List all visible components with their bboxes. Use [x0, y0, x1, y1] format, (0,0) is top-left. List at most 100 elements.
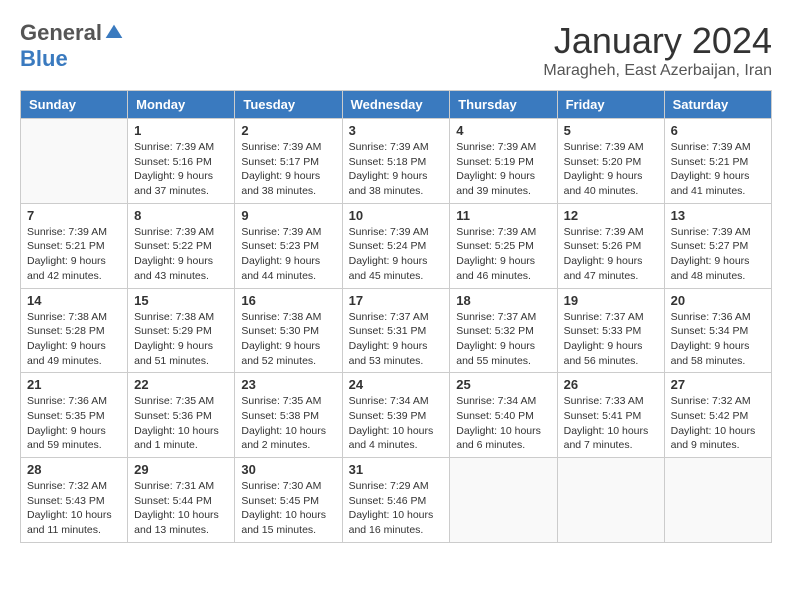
page-header: General Blue January 2024 Maragheh, East…	[20, 20, 772, 80]
day-info: Sunrise: 7:39 AMSunset: 5:17 PMDaylight:…	[241, 140, 335, 199]
table-row: 26Sunrise: 7:33 AMSunset: 5:41 PMDayligh…	[557, 373, 664, 458]
table-row: 31Sunrise: 7:29 AMSunset: 5:46 PMDayligh…	[342, 458, 450, 543]
day-info: Sunrise: 7:39 AMSunset: 5:21 PMDaylight:…	[27, 225, 121, 284]
day-number: 29	[134, 462, 228, 477]
location-title: Maragheh, East Azerbaijan, Iran	[543, 62, 772, 80]
day-number: 18	[456, 293, 550, 308]
table-row: 28 Sunrise: 7:32 AMSunset: 5:43 PMDayligh…	[21, 458, 128, 543]
day-number: 2	[241, 123, 335, 138]
day-number: 13	[671, 208, 765, 223]
calendar-header-row: Sunday Monday Tuesday Wednesday Thursday…	[21, 91, 772, 119]
table-row: 5 Sunrise: 7:39 AMSunset: 5:20 PMDaylight…	[557, 119, 664, 204]
day-info: Sunrise: 7:32 AMSunset: 5:43 PMDaylight:…	[27, 479, 121, 538]
day-info: Sunrise: 7:39 AMSunset: 5:20 PMDaylight:…	[564, 140, 658, 199]
table-row: 23 Sunrise: 7:35 AMSunset: 5:38 PMDayligh…	[235, 373, 342, 458]
table-row: 21Sunrise: 7:36 AMSunset: 5:35 PMDayligh…	[21, 373, 128, 458]
day-number: 17	[349, 293, 444, 308]
day-number: 25	[456, 377, 550, 392]
day-number: 30	[241, 462, 335, 477]
calendar-week-row: 28 Sunrise: 7:32 AMSunset: 5:43 PMDayligh…	[21, 458, 772, 543]
day-number: 27	[671, 377, 765, 392]
header-thursday: Thursday	[450, 91, 557, 119]
header-wednesday: Wednesday	[342, 91, 450, 119]
table-row: 6 Sunrise: 7:39 AMSunset: 5:21 PMDaylight…	[664, 119, 771, 204]
day-info: Sunrise: 7:39 AMSunset: 5:24 PMDaylight:…	[349, 225, 444, 284]
day-number: 11	[456, 208, 550, 223]
day-info: Sunrise: 7:29 AMSunset: 5:46 PMDaylight:…	[349, 479, 444, 538]
day-number: 14	[27, 293, 121, 308]
table-row: 19 Sunrise: 7:37 AMSunset: 5:33 PMDayligh…	[557, 288, 664, 373]
day-number: 23	[241, 377, 335, 392]
day-number: 6	[671, 123, 765, 138]
day-info: Sunrise: 7:39 AMSunset: 5:22 PMDaylight:…	[134, 225, 228, 284]
day-info: Sunrise: 7:34 AMSunset: 5:40 PMDaylight:…	[456, 394, 550, 453]
table-row: 9 Sunrise: 7:39 AMSunset: 5:23 PMDaylight…	[235, 203, 342, 288]
day-info: Sunrise: 7:35 AMSunset: 5:36 PMDaylight:…	[134, 394, 228, 453]
header-friday: Friday	[557, 91, 664, 119]
table-row	[557, 458, 664, 543]
day-info: Sunrise: 7:39 AMSunset: 5:16 PMDaylight:…	[134, 140, 228, 199]
table-row	[664, 458, 771, 543]
day-info: Sunrise: 7:35 AMSunset: 5:38 PMDaylight:…	[241, 394, 335, 453]
logo-icon	[104, 23, 124, 43]
table-row: 16Sunrise: 7:38 AMSunset: 5:30 PMDayligh…	[235, 288, 342, 373]
day-number: 7	[27, 208, 121, 223]
header-saturday: Saturday	[664, 91, 771, 119]
day-info: Sunrise: 7:31 AMSunset: 5:44 PMDaylight:…	[134, 479, 228, 538]
table-row: 15Sunrise: 7:38 AMSunset: 5:29 PMDayligh…	[128, 288, 235, 373]
day-info: Sunrise: 7:39 AMSunset: 5:26 PMDaylight:…	[564, 225, 658, 284]
day-info: Sunrise: 7:37 AMSunset: 5:32 PMDaylight:…	[456, 310, 550, 369]
day-number: 1	[134, 123, 228, 138]
day-info: Sunrise: 7:37 AMSunset: 5:33 PMDaylight:…	[564, 310, 658, 369]
day-number: 9	[241, 208, 335, 223]
logo-blue-text: Blue	[20, 46, 68, 71]
table-row: 14 Sunrise: 7:38 AMSunset: 5:28 PMDayligh…	[21, 288, 128, 373]
day-info: Sunrise: 7:39 AMSunset: 5:19 PMDaylight:…	[456, 140, 550, 199]
table-row: 2 Sunrise: 7:39 AMSunset: 5:17 PMDaylight…	[235, 119, 342, 204]
logo: General Blue	[20, 20, 124, 72]
day-info: Sunrise: 7:32 AMSunset: 5:42 PMDaylight:…	[671, 394, 765, 453]
day-info: Sunrise: 7:39 AMSunset: 5:25 PMDaylight:…	[456, 225, 550, 284]
day-number: 5	[564, 123, 658, 138]
table-row: 10 Sunrise: 7:39 AMSunset: 5:24 PMDayligh…	[342, 203, 450, 288]
table-row: 7 Sunrise: 7:39 AMSunset: 5:21 PMDaylight…	[21, 203, 128, 288]
day-number: 10	[349, 208, 444, 223]
day-info: Sunrise: 7:39 AMSunset: 5:18 PMDaylight:…	[349, 140, 444, 199]
table-row: 11 Sunrise: 7:39 AMSunset: 5:25 PMDayligh…	[450, 203, 557, 288]
calendar-week-row: 7 Sunrise: 7:39 AMSunset: 5:21 PMDaylight…	[21, 203, 772, 288]
table-row: 4 Sunrise: 7:39 AMSunset: 5:19 PMDaylight…	[450, 119, 557, 204]
logo-general-text: General	[20, 20, 102, 46]
day-number: 22	[134, 377, 228, 392]
day-number: 8	[134, 208, 228, 223]
day-number: 3	[349, 123, 444, 138]
header-monday: Monday	[128, 91, 235, 119]
table-row	[450, 458, 557, 543]
table-row: 29 Sunrise: 7:31 AMSunset: 5:44 PMDayligh…	[128, 458, 235, 543]
table-row: 18 Sunrise: 7:37 AMSunset: 5:32 PMDayligh…	[450, 288, 557, 373]
day-info: Sunrise: 7:39 AMSunset: 5:23 PMDaylight:…	[241, 225, 335, 284]
calendar-week-row: 21Sunrise: 7:36 AMSunset: 5:35 PMDayligh…	[21, 373, 772, 458]
table-row: 1 Sunrise: 7:39 AMSunset: 5:16 PMDaylight…	[128, 119, 235, 204]
day-info: Sunrise: 7:37 AMSunset: 5:31 PMDaylight:…	[349, 310, 444, 369]
table-row: 22 Sunrise: 7:35 AMSunset: 5:36 PMDayligh…	[128, 373, 235, 458]
header-sunday: Sunday	[21, 91, 128, 119]
day-info: Sunrise: 7:39 AMSunset: 5:21 PMDaylight:…	[671, 140, 765, 199]
day-info: Sunrise: 7:36 AMSunset: 5:34 PMDaylight:…	[671, 310, 765, 369]
day-number: 16	[241, 293, 335, 308]
table-row: 30 Sunrise: 7:30 AMSunset: 5:45 PMDayligh…	[235, 458, 342, 543]
day-number: 4	[456, 123, 550, 138]
day-info: Sunrise: 7:33 AMSunset: 5:41 PMDaylight:…	[564, 394, 658, 453]
day-info: Sunrise: 7:38 AMSunset: 5:29 PMDaylight:…	[134, 310, 228, 369]
month-title: January 2024	[543, 20, 772, 62]
day-number: 28	[27, 462, 121, 477]
day-number: 19	[564, 293, 658, 308]
table-row: 12 Sunrise: 7:39 AMSunset: 5:26 PMDayligh…	[557, 203, 664, 288]
day-info: Sunrise: 7:30 AMSunset: 5:45 PMDaylight:…	[241, 479, 335, 538]
day-number: 12	[564, 208, 658, 223]
day-info: Sunrise: 7:34 AMSunset: 5:39 PMDaylight:…	[349, 394, 444, 453]
table-row: 24 Sunrise: 7:34 AMSunset: 5:39 PMDayligh…	[342, 373, 450, 458]
day-number: 24	[349, 377, 444, 392]
table-row: 3 Sunrise: 7:39 AMSunset: 5:18 PMDaylight…	[342, 119, 450, 204]
table-row: 27 Sunrise: 7:32 AMSunset: 5:42 PMDayligh…	[664, 373, 771, 458]
day-info: Sunrise: 7:38 AMSunset: 5:28 PMDaylight:…	[27, 310, 121, 369]
